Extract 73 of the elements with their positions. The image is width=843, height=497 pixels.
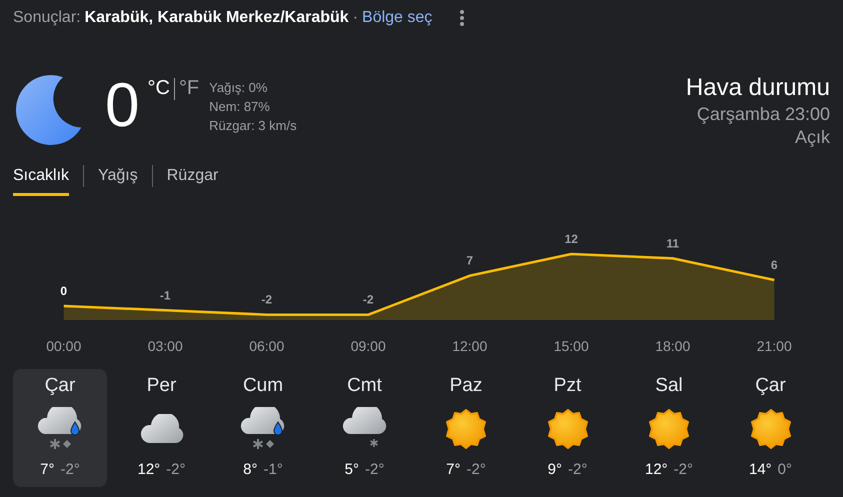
hour-label: 18:00 (654, 338, 692, 354)
day-name: Cmt (347, 375, 382, 397)
high-temperature: 7° (446, 461, 460, 478)
day-forecast[interactable]: Per 12° -2° (114, 369, 208, 487)
hour-label: 12:00 (451, 338, 488, 354)
results-label: Sonuçlar: (13, 9, 81, 27)
location-name: Karabük, Karabük Merkez/Karabük (84, 9, 349, 27)
chart-tab[interactable]: Yağış (98, 156, 138, 196)
unit-toggle[interactable]: °F (178, 77, 200, 100)
unit-toggle[interactable]: °C (147, 77, 170, 100)
hour-label: 03:00 (146, 338, 184, 354)
day-name: Çar (755, 375, 786, 397)
separator-dot: · (352, 9, 358, 27)
current-temperature: 0 (105, 75, 140, 137)
cloud-icon (138, 414, 184, 444)
low-temperature: -2° (466, 461, 486, 478)
choose-region-link[interactable]: Bölge seç (362, 9, 432, 27)
low-temperature: -2° (674, 461, 694, 478)
sun-icon (446, 409, 486, 449)
temperature-value: -2 (362, 292, 374, 307)
crescent-moon-icon (16, 74, 84, 146)
sun-icon (548, 409, 588, 449)
low-temperature: -1° (264, 461, 283, 478)
temperature-value: -1 (160, 288, 171, 302)
high-temperature: 12° (644, 461, 668, 478)
sun-icon (649, 409, 689, 449)
low-temperature: -2° (568, 461, 588, 478)
sun-icon (750, 409, 790, 449)
sleet-cloud-icon (37, 407, 83, 451)
hour-label: 09:00 (350, 338, 387, 354)
hour-label: 06:00 (248, 338, 286, 354)
high-temperature: 14° (748, 461, 772, 478)
high-temperature: 8° (243, 461, 258, 478)
temperature-value: -2 (261, 292, 272, 307)
temperature-value: 12 (564, 232, 578, 246)
temperature-value: 0 (60, 284, 68, 298)
day-name: Sal (655, 375, 683, 397)
high-temperature: 12° (137, 461, 160, 478)
chart-tab[interactable]: Sıcaklık (13, 156, 70, 196)
temperature-value: 6 (770, 258, 778, 272)
chart-tab[interactable]: Rüzgar (166, 156, 218, 196)
temperature-value: 11 (666, 236, 680, 250)
weather-title: Hava durumu (686, 73, 830, 103)
day-forecast[interactable]: Çar 14° 0° (724, 369, 818, 487)
low-temperature: -2° (166, 461, 186, 478)
day-forecast[interactable]: Paz 7° -2° (419, 369, 513, 487)
day-name: Cum (242, 375, 284, 397)
date-time: Çarşamba 23:00 (696, 103, 830, 126)
day-name: Çar (44, 375, 76, 397)
day-name: Paz (450, 375, 482, 397)
high-temperature: 7° (40, 461, 54, 478)
hour-label: 21:00 (756, 338, 793, 354)
weather-detail: Yağış: 0% (209, 79, 268, 97)
day-forecast[interactable]: Pzt 9° -2° (520, 369, 614, 487)
day-forecast[interactable]: Sal 12° -2° (622, 369, 716, 487)
day-forecast[interactable]: Cmt 5° -2° (318, 369, 412, 487)
day-forecast[interactable]: Çar 7° -2° (13, 369, 107, 487)
day-forecast[interactable]: Cum 8° -1° (216, 369, 310, 487)
more-options-icon[interactable] (460, 10, 464, 26)
condition-text: Açık (794, 126, 830, 149)
temperature-value: 7 (466, 254, 474, 268)
low-temperature: -2° (60, 461, 80, 478)
weather-detail: Nem: 87% (209, 98, 271, 116)
hour-label: 00:00 (45, 338, 82, 354)
hour-label: 15:00 (552, 338, 590, 354)
high-temperature: 5° (344, 461, 359, 478)
low-temperature: 0° (778, 461, 792, 478)
sleet-cloud-icon (240, 407, 286, 451)
low-temperature: -2° (365, 461, 384, 478)
day-name: Per (146, 375, 176, 397)
high-temperature: 9° (548, 461, 562, 478)
weather-detail: Rüzgar: 3 km/s (209, 117, 297, 135)
day-name: Pzt (554, 375, 582, 397)
